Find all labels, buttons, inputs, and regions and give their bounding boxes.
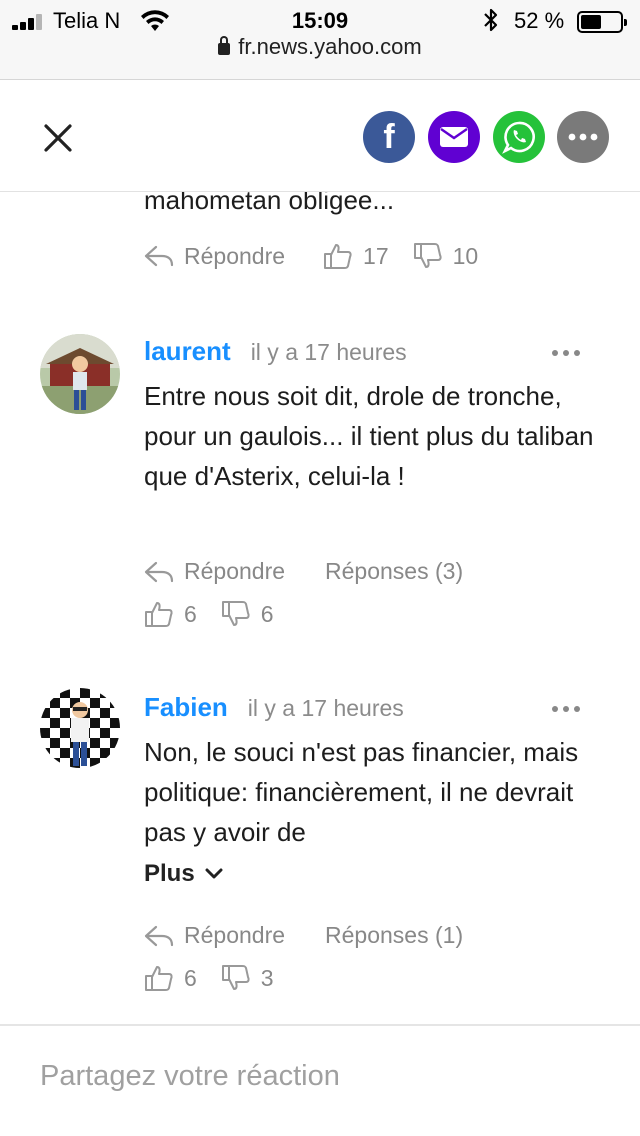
dislike-button[interactable]: 3	[221, 964, 274, 992]
reply-icon	[144, 925, 174, 946]
like-button[interactable]: 17	[323, 242, 389, 270]
more-icon	[568, 133, 598, 141]
dislike-button[interactable]: 6	[221, 600, 274, 628]
comment-author[interactable]: Fabien	[144, 692, 228, 723]
comment-author[interactable]: laurent	[144, 336, 231, 367]
like-button[interactable]: 6	[144, 600, 197, 628]
facebook-share-button[interactable]: f	[363, 111, 415, 163]
facebook-icon: f	[383, 117, 395, 156]
comment-text: Non, le souci n'est pas financier, mais …	[144, 737, 579, 847]
replies-button[interactable]: Réponses (1)	[325, 922, 463, 949]
reply-button[interactable]: Répondre	[144, 243, 285, 270]
reply-label: Répondre	[184, 922, 286, 948]
thumbs-up-icon	[145, 966, 173, 991]
comment-more-icon[interactable]	[552, 350, 580, 356]
thumbs-down-icon	[221, 965, 250, 990]
address-bar[interactable]: fr.news.yahoo.com	[0, 34, 640, 60]
comment-more-icon[interactable]	[552, 706, 580, 712]
dislike-count: 6	[260, 600, 274, 627]
replies-button[interactable]: Réponses (3)	[325, 558, 463, 585]
comment-text: mahometan obligee...	[144, 192, 395, 215]
avatar-image	[40, 334, 120, 414]
like-button[interactable]: 6	[144, 964, 197, 992]
reaction-input[interactable]	[40, 1060, 600, 1093]
bluetooth-icon	[484, 8, 498, 32]
thumbs-down-icon	[221, 601, 250, 626]
comment-votes: 6 6	[144, 600, 274, 628]
comment-meta: Fabien il y a 17 heures	[144, 692, 404, 723]
avatar[interactable]	[40, 688, 120, 768]
comment-actions: Répondre 17 10	[144, 242, 478, 270]
chevron-down-icon	[205, 868, 223, 879]
comment-time: il y a 17 heures	[247, 695, 404, 721]
show-more-button[interactable]: Plus	[144, 860, 223, 888]
thumbs-up-icon	[145, 602, 173, 627]
avatar-image	[40, 688, 120, 768]
thumbs-up-icon	[324, 244, 352, 269]
reply-icon	[144, 245, 174, 267]
url-text: fr.news.yahoo.com	[238, 34, 422, 59]
comment-actions: Répondre Réponses (1)	[144, 922, 463, 949]
like-count: 6	[184, 600, 197, 627]
status-bar: Telia N 15:09 52 % fr.news.yahoo.com	[0, 0, 640, 80]
avatar[interactable]	[40, 334, 120, 414]
like-count: 6	[184, 964, 197, 991]
reply-button[interactable]: Répondre	[144, 558, 285, 585]
mail-share-button[interactable]	[428, 111, 480, 163]
comment-actions: Répondre Réponses (3)	[144, 558, 463, 585]
comment-text: Entre nous soit dit, drole de tronche, p…	[144, 381, 594, 491]
dislike-count: 10	[452, 242, 479, 269]
battery-icon	[577, 11, 627, 33]
comment-votes: 6 3	[144, 964, 274, 992]
more-share-button[interactable]	[557, 111, 609, 163]
replies-label: Réponses (1)	[325, 922, 464, 948]
close-icon[interactable]	[38, 118, 78, 158]
reply-label: Répondre	[184, 242, 286, 269]
battery-percent: 52 %	[514, 8, 565, 33]
reply-icon	[144, 561, 174, 582]
reply-button[interactable]: Répondre	[144, 922, 285, 949]
comments-list[interactable]: mahometan obligee... Répondre 17 10 laur…	[0, 192, 640, 1024]
comment-meta: laurent il y a 17 heures	[144, 336, 407, 367]
thumbs-down-icon	[413, 243, 442, 268]
lock-icon	[218, 36, 231, 55]
like-count: 17	[363, 242, 389, 269]
reaction-bar	[0, 1024, 640, 1136]
dislike-count: 3	[260, 964, 274, 991]
reply-label: Répondre	[184, 558, 286, 584]
whatsapp-share-button[interactable]	[493, 111, 545, 163]
comment-time: il y a 17 heures	[250, 339, 407, 365]
comments-header: f	[0, 80, 640, 192]
whatsapp-icon	[502, 121, 535, 154]
replies-label: Réponses (3)	[325, 558, 464, 584]
show-more-label: Plus	[144, 860, 195, 887]
mail-icon	[440, 127, 468, 147]
dislike-button[interactable]: 10	[413, 242, 479, 270]
